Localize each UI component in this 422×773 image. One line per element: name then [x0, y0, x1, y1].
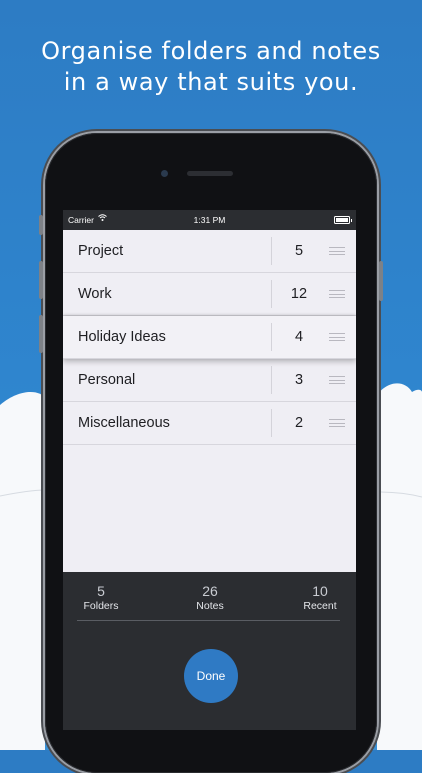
- folder-row[interactable]: Personal 3: [63, 359, 356, 402]
- folder-note-count: 2: [294, 415, 304, 431]
- reorder-handle-icon[interactable]: [329, 376, 345, 384]
- folder-name: Miscellaneous: [78, 415, 170, 431]
- recent-stat[interactable]: 10 Recent: [285, 583, 355, 612]
- folder-name: Work: [78, 286, 112, 302]
- reorder-handle-icon[interactable]: [329, 247, 345, 255]
- reorder-handle-icon[interactable]: [329, 419, 345, 427]
- reorder-handle-icon[interactable]: [329, 290, 345, 298]
- app-screen: Carrier 1:31 PM Project 5 Work 12 Holida…: [63, 210, 356, 730]
- speaker-grille: [187, 171, 233, 176]
- recent-count: 10: [312, 583, 328, 599]
- folder-note-count: 3: [294, 372, 304, 388]
- folders-count: 5: [97, 583, 105, 599]
- headline-line-1: Organise folders and notes: [41, 37, 381, 65]
- summary-panel: 5 Folders 26 Notes 10 Recent Done: [63, 572, 356, 730]
- mute-switch: [39, 215, 43, 235]
- battery-icon: [334, 216, 352, 224]
- notes-stat[interactable]: 26 Notes: [175, 583, 245, 612]
- recent-label: Recent: [303, 600, 337, 612]
- folder-name: Personal: [78, 372, 136, 388]
- reorder-handle-icon[interactable]: [329, 333, 345, 341]
- folder-list: Project 5 Work 12 Holiday Ideas 4 Person…: [63, 230, 356, 445]
- folder-row-dragging[interactable]: Holiday Ideas 4: [63, 316, 356, 359]
- folders-label: Folders: [83, 600, 119, 612]
- status-time: 1:31 PM: [193, 215, 226, 225]
- footer-divider: [77, 620, 340, 621]
- notes-label: Notes: [196, 600, 224, 612]
- volume-down-button: [39, 315, 43, 353]
- folder-row[interactable]: Project 5: [63, 230, 356, 273]
- folder-note-count: 5: [294, 243, 304, 259]
- folder-note-count: 12: [290, 286, 308, 302]
- folder-name: Holiday Ideas: [78, 329, 166, 345]
- done-button[interactable]: Done: [184, 649, 238, 703]
- front-camera-icon: [161, 170, 168, 177]
- notes-count: 26: [202, 583, 218, 599]
- folder-note-count: 4: [294, 329, 304, 345]
- status-bar: Carrier 1:31 PM: [63, 210, 356, 230]
- folder-row[interactable]: Miscellaneous 2: [63, 402, 356, 445]
- power-button: [379, 261, 383, 301]
- folders-stat[interactable]: 5 Folders: [66, 583, 136, 612]
- headline-line-2: in a way that suits you.: [63, 68, 359, 96]
- volume-up-button: [39, 261, 43, 299]
- headline: Organise folders and notes in a way that…: [0, 36, 422, 98]
- folder-row[interactable]: Work 12: [63, 273, 356, 316]
- folder-name: Project: [78, 243, 124, 259]
